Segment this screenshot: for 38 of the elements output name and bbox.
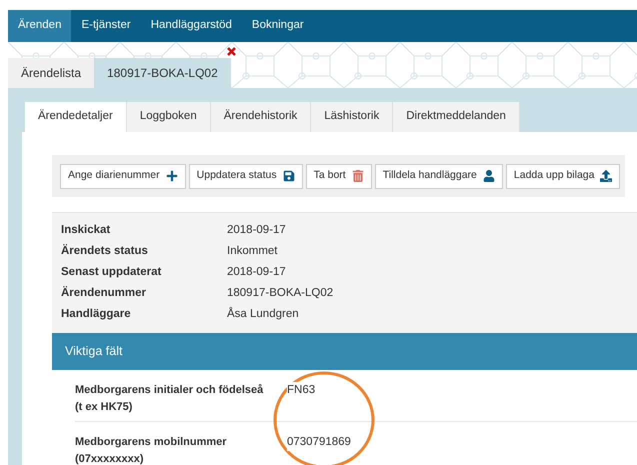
field-hint: (07xxxxxxxx)	[75, 452, 145, 465]
detail-value: 180917-BOKA-LQ02	[227, 286, 334, 301]
toolbar-button[interactable]: Uppdatera status	[188, 164, 303, 188]
field-label: Medborgarens mobilnummer	[75, 435, 228, 450]
nav-item[interactable]: Handläggarstöd	[140, 10, 242, 42]
detail-value: Inkommet	[227, 244, 278, 259]
detail-label: Ärendets status	[61, 243, 149, 259]
detail-label: Senast uppdaterat	[61, 264, 162, 280]
close-icon[interactable]	[226, 47, 236, 56]
field-label: Medborgarens initialer och födelseå	[75, 383, 264, 398]
detail-label: Inskickat	[61, 222, 112, 238]
toolbar-button[interactable]: Ange diarienummer	[60, 164, 186, 188]
field-value: 0730791869	[287, 434, 351, 451]
detail-value: 2018-09-17	[227, 264, 286, 280]
case-tab[interactable]: 180917-BOKA-LQ02	[94, 58, 231, 88]
user-icon	[482, 170, 495, 182]
field-hint: (t ex HK75)	[75, 400, 134, 415]
tab[interactable]: Ärendehistorik	[210, 102, 312, 132]
nav-item[interactable]: E-tjänster	[71, 10, 141, 42]
toolbar-button[interactable]: Tilldela handläggare	[374, 164, 503, 188]
detail-label: Handläggare	[61, 306, 132, 322]
nav-item[interactable]: Ärenden	[8, 10, 72, 42]
nav-item[interactable]: Bokningar	[242, 10, 314, 42]
toolbar-button[interactable]: Ta bort	[306, 164, 372, 188]
case-tab[interactable]: Ärendelista	[8, 58, 94, 88]
toolbar-button[interactable]: Ladda upp bilaga	[506, 164, 620, 188]
tab[interactable]: Läshistorik	[311, 102, 394, 132]
trash-icon	[352, 170, 364, 182]
tab[interactable]: Ärendedetaljer	[25, 102, 127, 132]
detail-label: Ärendenummer	[61, 285, 147, 301]
save-icon	[282, 170, 295, 182]
detail-value: Åsa Lundgren	[227, 306, 299, 322]
plus-icon	[166, 170, 178, 182]
detail-value: 2018-09-17	[227, 222, 286, 238]
upload-icon	[600, 170, 612, 182]
tab[interactable]: Loggboken	[126, 102, 211, 132]
tab[interactable]: Direktmeddelanden	[393, 102, 520, 132]
section-header: Viktiga fält	[52, 333, 637, 370]
